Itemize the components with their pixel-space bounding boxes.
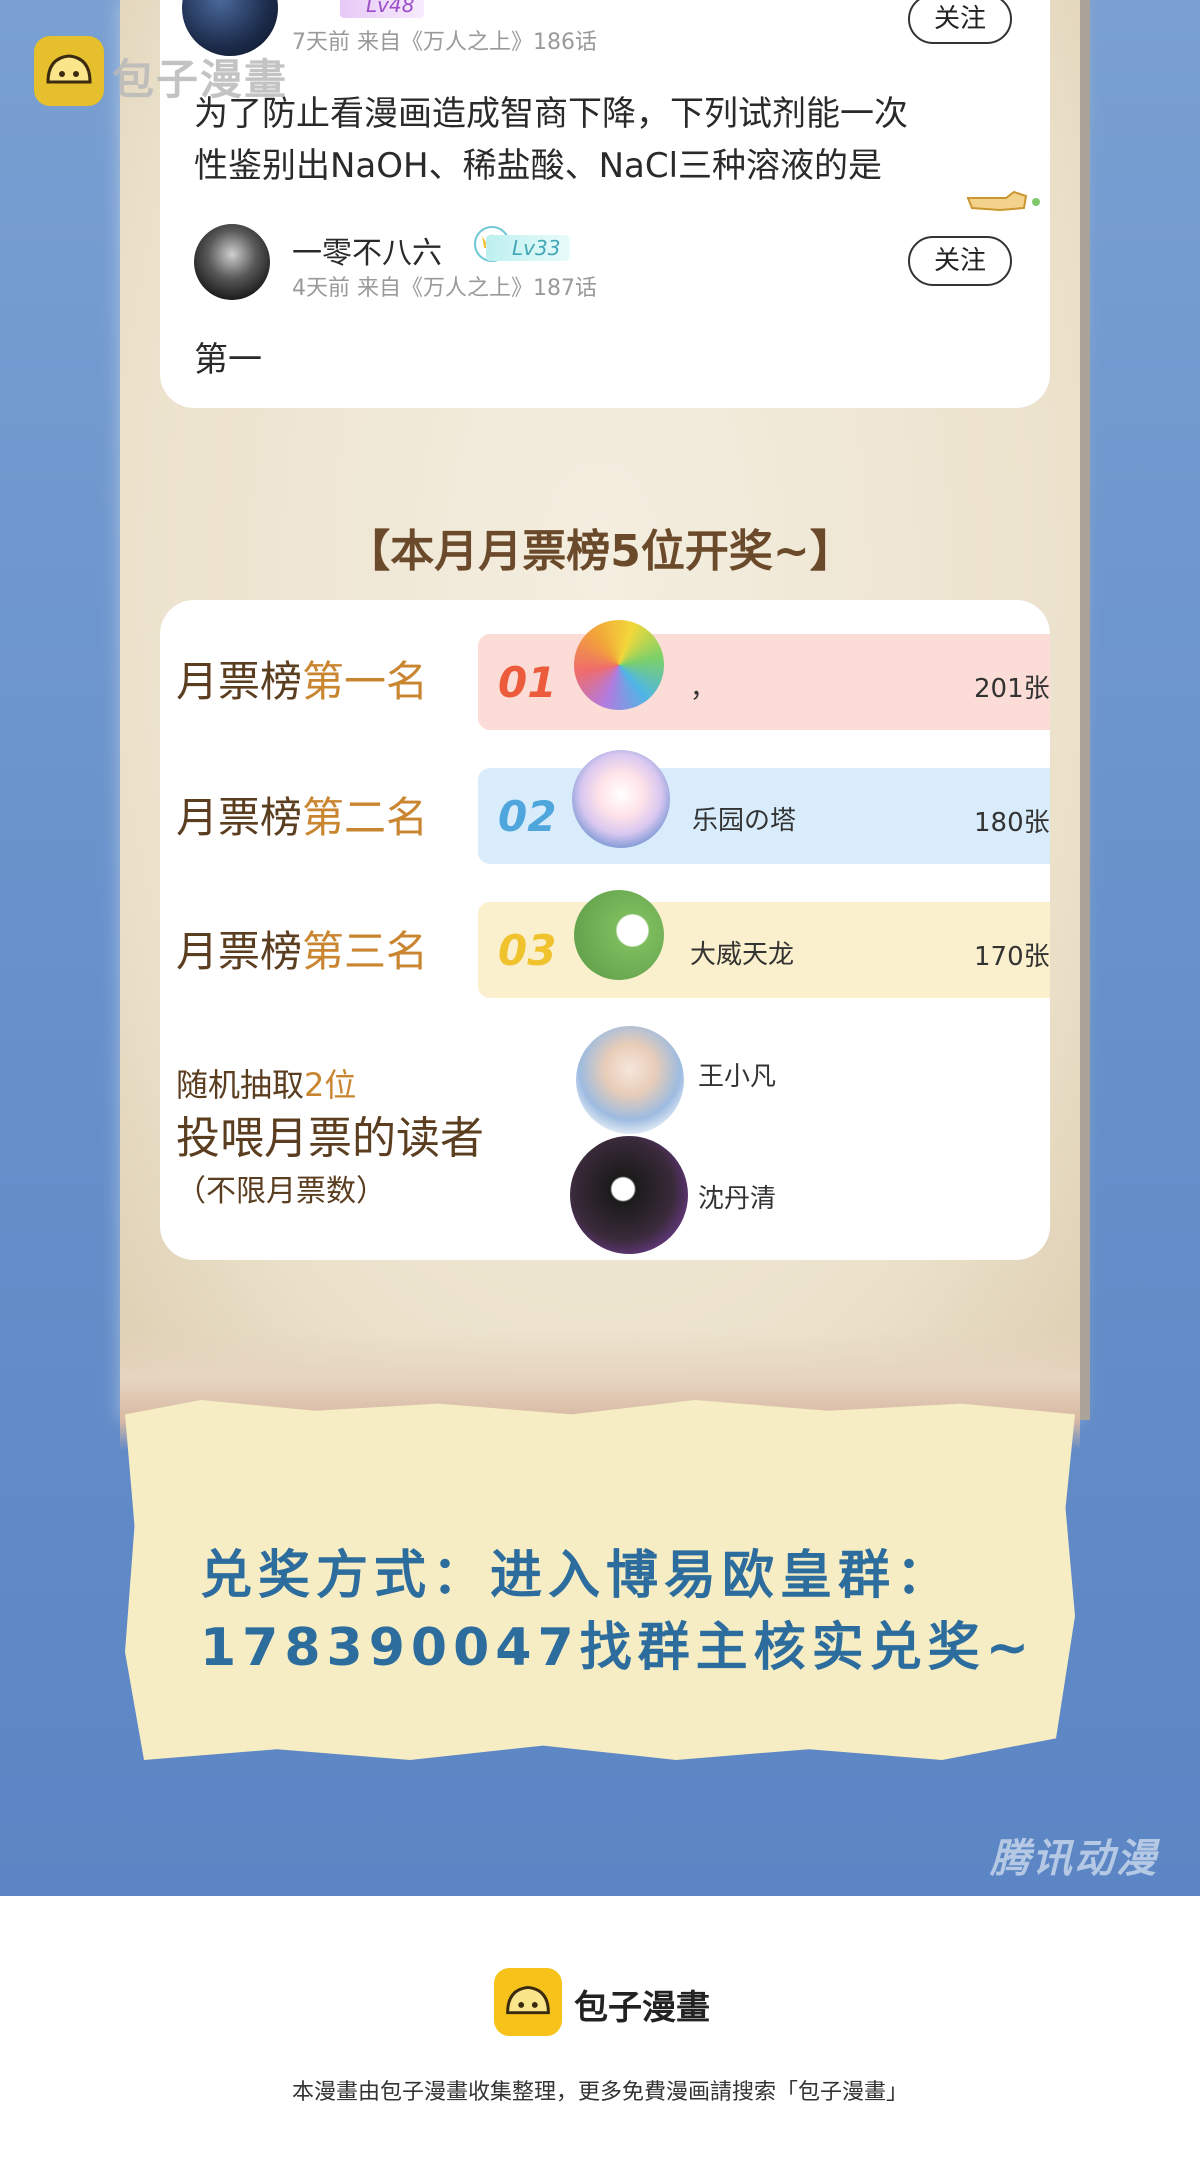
winner-name: 乐园の塔 xyxy=(692,806,797,836)
hand-sticker-icon xyxy=(966,190,1040,212)
tencent-comic-watermark: 腾讯动漫 xyxy=(990,1836,1158,1882)
rank-number: 02 xyxy=(498,792,557,841)
rank-bar-1 xyxy=(478,634,1050,730)
follow-button[interactable]: 关注 xyxy=(908,0,1012,44)
comment-text-line-1: 为了防止看漫画造成智商下降，下列试剂能一次 xyxy=(194,94,908,134)
commenter-username[interactable]: 一零不八六 xyxy=(292,228,442,272)
winner-avatar xyxy=(576,1026,684,1134)
redeem-line-2: 178390047找群主核实兑奖~ xyxy=(200,1618,1036,1678)
winner-avatar xyxy=(570,1136,688,1254)
redeem-line-1: 兑奖方式：进入博易欧皇群： xyxy=(200,1546,955,1606)
winner-name: 沈丹清 xyxy=(698,1184,777,1214)
level-badge: Lv48 xyxy=(340,0,425,18)
random-draw-note: （不限月票数） xyxy=(176,1174,386,1209)
winner-avatar xyxy=(572,750,670,848)
brand-watermark-text: 包子漫畫 xyxy=(112,55,289,104)
baozi-logo-icon xyxy=(494,1968,562,2036)
comment-text-line-2: 性鉴别出NaOH、稀盐酸、NaCl三种溶液的是 xyxy=(194,146,883,186)
baozi-logo-icon xyxy=(34,36,104,106)
rank-number: 03 xyxy=(498,926,557,975)
redeem-text: 兑奖方式：进入博易欧皇群： 178390047找群主核实兑奖~ xyxy=(200,1540,1050,1684)
comments-card xyxy=(160,0,1050,408)
footer-note: 本漫畫由包子漫畫收集整理，更多免費漫画請搜索「包子漫畫」 xyxy=(291,2080,908,2105)
random-draw-title: 随机抽取2位 xyxy=(176,1066,357,1104)
rank-label-1: 月票榜第一名 xyxy=(176,657,429,706)
rank-label-3: 月票榜第三名 xyxy=(176,927,429,976)
rank-label-2: 月票榜第二名 xyxy=(176,793,429,842)
follow-button[interactable]: 关注 xyxy=(908,236,1012,286)
winner-votes: 180张 xyxy=(974,808,1050,838)
comment-text: 第一 xyxy=(194,340,262,380)
comment-meta: 7天前 来自《万人之上》186话 xyxy=(292,30,597,55)
winner-votes: 201张 xyxy=(974,674,1050,704)
section-title: 【本月月票榜5位开奖~】 xyxy=(346,526,854,577)
winner-name: ， xyxy=(690,674,717,704)
footer-brand-title: 包子漫畫 xyxy=(574,1988,710,2028)
random-draw-subtitle: 投喂月票的读者 xyxy=(176,1113,484,1164)
winner-votes: 170张 xyxy=(974,942,1050,972)
winner-avatar xyxy=(574,620,664,710)
commenter-avatar[interactable] xyxy=(194,224,270,300)
comment-meta: 4天前 来自《万人之上》187话 xyxy=(292,276,597,301)
level-badge: Lv33 xyxy=(486,235,571,261)
winner-avatar xyxy=(574,890,664,980)
rank-number: 01 xyxy=(498,658,557,707)
winner-name: 大威天龙 xyxy=(690,940,795,970)
winner-name: 王小凡 xyxy=(698,1062,777,1092)
